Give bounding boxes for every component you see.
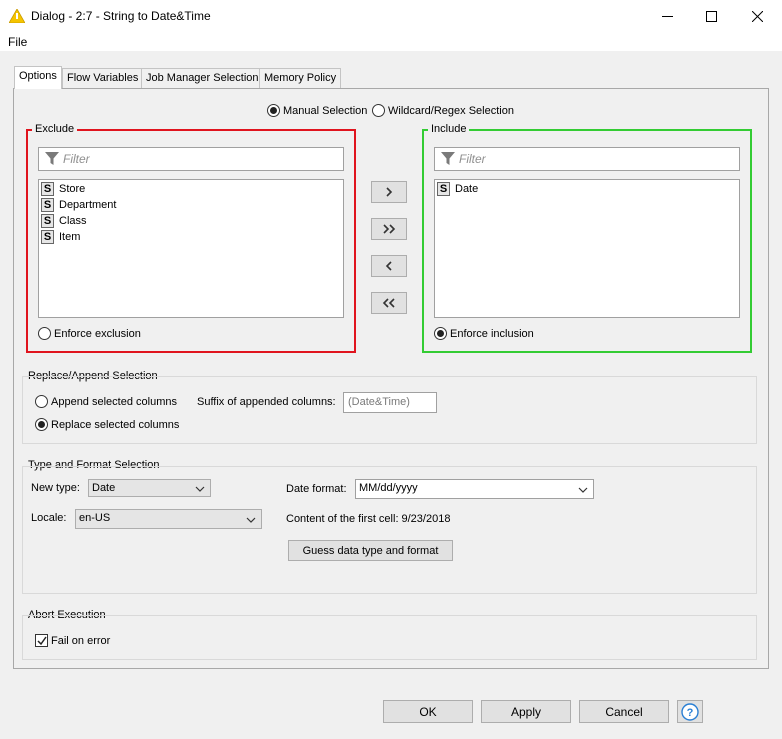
include-filter-placeholder: Filter [459,152,486,166]
chevron-down-icon [195,486,205,492]
string-type-icon: S [41,198,54,212]
locale-label: Locale: [31,512,67,524]
suffix-label: Suffix of appended columns: [197,396,336,408]
date-format-label: Date format: [286,483,347,495]
wildcard-selection-option[interactable]: Wildcard/Regex Selection [372,104,514,117]
include-filter-input[interactable]: Filter [434,147,740,171]
window-title: Dialog - 2:7 - String to Date&Time [31,9,211,23]
move-all-left-button[interactable] [371,292,407,314]
locale-select[interactable]: en-US [75,509,262,529]
fail-on-error-option[interactable]: Fail on error [35,634,110,647]
abort-execution-section [22,615,757,660]
chevron-left-icon [385,261,392,271]
move-left-button[interactable] [371,255,407,277]
guess-format-button[interactable]: Guess data type and format [288,540,453,561]
append-selected-option[interactable]: Append selected columns [35,395,177,408]
checkmark-icon [36,636,47,645]
first-cell-info: Content of the first cell: 9/23/2018 [286,513,450,525]
title-bar: Dialog - 2:7 - String to Date&Time [0,0,782,33]
manual-selection-radio[interactable] [267,104,280,117]
apply-button[interactable]: Apply [481,700,571,723]
date-format-select[interactable]: MM/dd/yyyy [355,479,594,499]
menu-file[interactable]: File [8,35,27,49]
close-icon [751,11,763,22]
append-selected-label: Append selected columns [51,395,177,408]
locale-value: en-US [79,512,111,524]
list-item-label: Date [455,183,479,195]
enforce-inclusion-option[interactable]: Enforce inclusion [434,327,534,340]
chevron-down-icon [578,487,588,493]
string-type-icon: S [437,182,450,196]
string-type-icon: S [41,214,54,228]
list-item[interactable]: S Class [41,213,87,229]
list-item[interactable]: S Department [41,197,116,213]
move-all-right-button[interactable] [371,218,407,240]
wildcard-selection-radio[interactable] [372,104,385,117]
list-item[interactable]: S Store [41,181,85,197]
new-type-select[interactable]: Date [88,479,211,497]
exclude-list[interactable]: S Store S Department S Class S Item [38,179,344,318]
knime-warning-triangle-icon [9,9,25,23]
filter-funnel-icon [441,152,455,165]
chevron-right-icon [386,187,393,197]
manual-selection-option[interactable]: Manual Selection [267,104,367,117]
append-selected-radio[interactable] [35,395,48,408]
include-list[interactable]: S Date [434,179,740,318]
replace-selected-option[interactable]: Replace selected columns [35,418,179,431]
help-button[interactable]: ? [677,700,703,723]
fail-on-error-checkbox[interactable] [35,634,48,647]
list-item-label: Store [59,183,86,195]
cancel-button[interactable]: Cancel [579,700,669,723]
fail-on-error-label: Fail on error [51,634,111,647]
first-cell-value: 9/23/2018 [401,513,451,525]
list-item[interactable]: S Item [41,229,80,245]
enforce-inclusion-radio[interactable] [434,327,447,340]
enforce-exclusion-option[interactable]: Enforce exclusion [38,327,141,340]
exclude-filter-placeholder: Filter [63,152,90,166]
question-mark-icon: ? [681,702,699,721]
exclude-filter-input[interactable]: Filter [38,147,344,171]
maximize-icon [705,11,717,22]
minimize-button[interactable] [644,0,690,33]
enforce-inclusion-label: Enforce inclusion [450,327,534,340]
suffix-placeholder: (Date&Time) [348,396,410,408]
suffix-input[interactable]: (Date&Time) [343,392,437,413]
replace-selected-label: Replace selected columns [51,418,180,431]
list-item-label: Item [59,231,81,243]
string-type-icon: S [41,182,54,196]
close-button[interactable] [734,0,780,33]
tab-options[interactable]: Options [14,66,62,89]
wildcard-selection-label: Wildcard/Regex Selection [388,104,514,117]
ok-button[interactable]: OK [383,700,473,723]
new-type-value: Date [92,482,116,494]
chevron-down-icon [246,517,256,523]
tab-memory-policy[interactable]: Memory Policy [259,68,342,88]
filter-funnel-icon [45,152,59,165]
new-type-label: New type: [31,482,80,494]
list-item-label: Class [59,215,87,227]
maximize-button[interactable] [688,0,734,33]
move-right-button[interactable] [371,181,407,203]
enforce-exclusion-label: Enforce exclusion [54,327,141,340]
list-item-label: Department [59,199,117,211]
menu-bar: File [0,33,782,51]
svg-text:?: ? [687,707,694,719]
replace-selected-radio[interactable] [35,418,48,431]
double-chevron-left-icon [382,298,395,308]
include-title: Include [428,123,470,135]
enforce-exclusion-radio[interactable] [38,327,51,340]
exclude-title: Exclude [32,123,78,135]
tab-job-manager-selection[interactable]: Job Manager Selection [141,68,264,88]
list-item[interactable]: S Date [437,181,478,197]
tab-flow-variables[interactable]: Flow Variables [62,68,144,88]
string-type-icon: S [41,230,54,244]
first-cell-label: Content of the first cell: [286,513,399,525]
minimize-icon [661,16,673,17]
double-chevron-right-icon [383,224,396,234]
manual-selection-label: Manual Selection [283,104,368,117]
date-format-value: MM/dd/yyyy [359,482,418,494]
